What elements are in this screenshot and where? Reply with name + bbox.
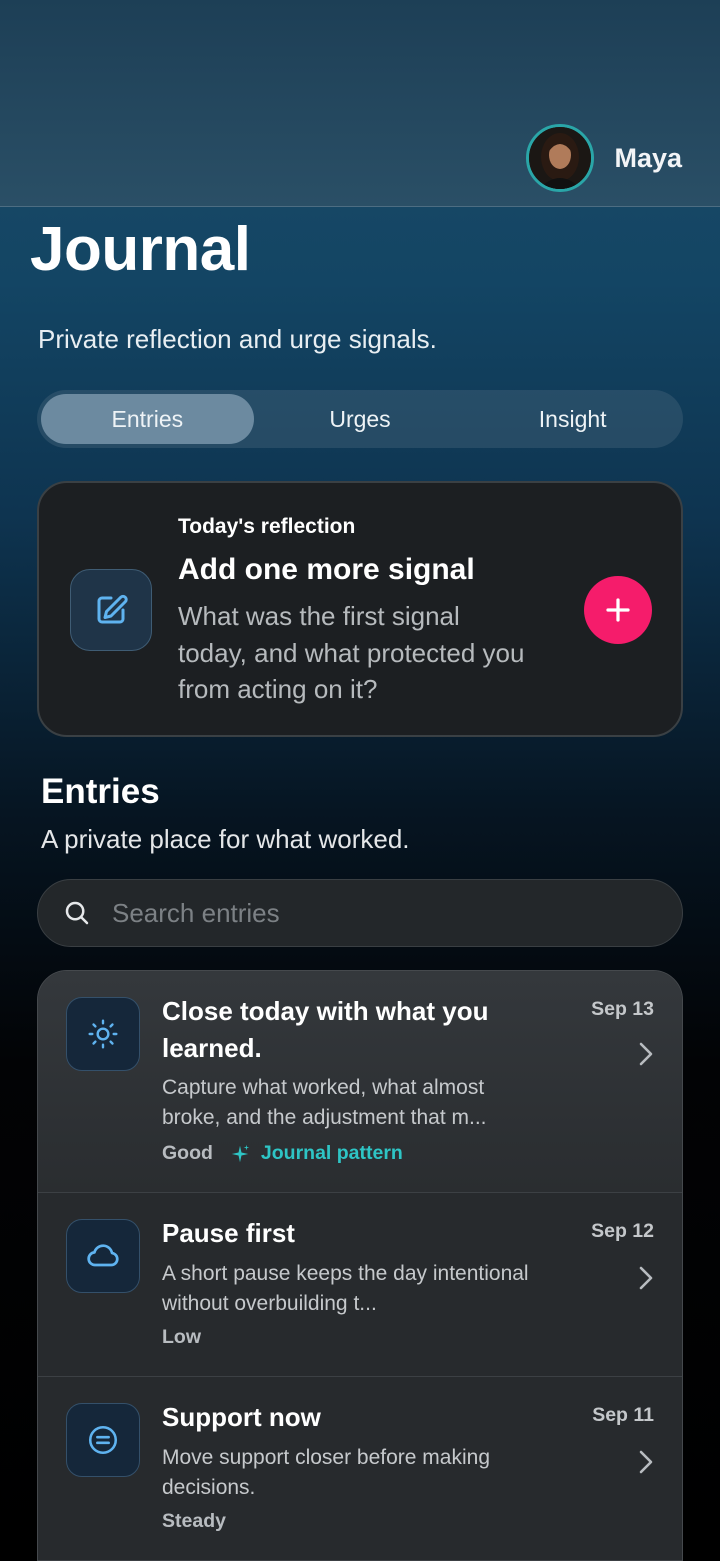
entry-description: Capture what worked, what almost broke, … [162,1076,487,1129]
mood-label: Good [162,1142,213,1164]
tab-urges[interactable]: Urges [254,394,467,444]
entry-title: Pause first [162,1218,295,1248]
chevron-right-icon [639,1450,653,1474]
tab-bar: Entries Urges Insight [37,390,683,448]
entry-title: Close today with what you learned. [162,996,489,1063]
page-subtitle: Private reflection and urge signals. [38,324,437,354]
cloud-icon [66,1219,140,1293]
chevron-right-icon [639,1042,653,1066]
tab-insight[interactable]: Insight [466,394,679,444]
entry-title: Support now [162,1402,321,1432]
page-title: Journal [30,215,251,284]
entries-list: Close today with what you learned. Captu… [37,970,683,1561]
reflection-card[interactable]: Today's reflection Add one more signal W… [37,481,683,737]
profile-button[interactable]: Maya [526,124,682,192]
search-bar[interactable] [37,879,683,947]
entry-description: A short pause keeps the day intentional … [162,1262,529,1315]
entry-date: Sep 12 [591,1220,654,1242]
mood-label: Steady [162,1510,226,1532]
sun-icon [66,997,140,1071]
entry-date: Sep 13 [591,998,654,1020]
entry-meta: Good Journal pattern [162,1142,403,1165]
reflection-prompt: What was the first signal today, and wha… [178,601,525,704]
plus-icon [606,598,630,622]
entries-subtitle: A private place for what worked. [41,824,410,854]
search-icon [65,901,89,925]
top-bar: Maya [0,0,720,207]
equal-circle-icon [66,1403,140,1477]
tab-entries[interactable]: Entries [41,394,254,444]
entry-date: Sep 11 [592,1404,654,1426]
search-input[interactable] [112,897,632,929]
entry-description: Move support closer before making decisi… [162,1446,490,1499]
pattern-tag[interactable]: Journal pattern [261,1142,403,1165]
mood-label: Low [162,1326,201,1348]
entries-heading: Entries [41,772,160,811]
list-item[interactable]: Support now Move support closer before m… [38,1377,682,1561]
sparkle-icon [231,1144,250,1162]
list-item[interactable]: Pause first A short pause keeps the day … [38,1193,682,1377]
reflection-kicker: Today's reflection [178,515,356,538]
avatar[interactable] [526,124,595,192]
reflection-title: Add one more signal [178,553,475,586]
profile-name: Maya [614,142,682,173]
edit-icon [70,569,152,651]
list-item[interactable]: Close today with what you learned. Captu… [38,971,682,1193]
chevron-right-icon [639,1266,653,1290]
add-entry-button[interactable] [584,576,652,644]
